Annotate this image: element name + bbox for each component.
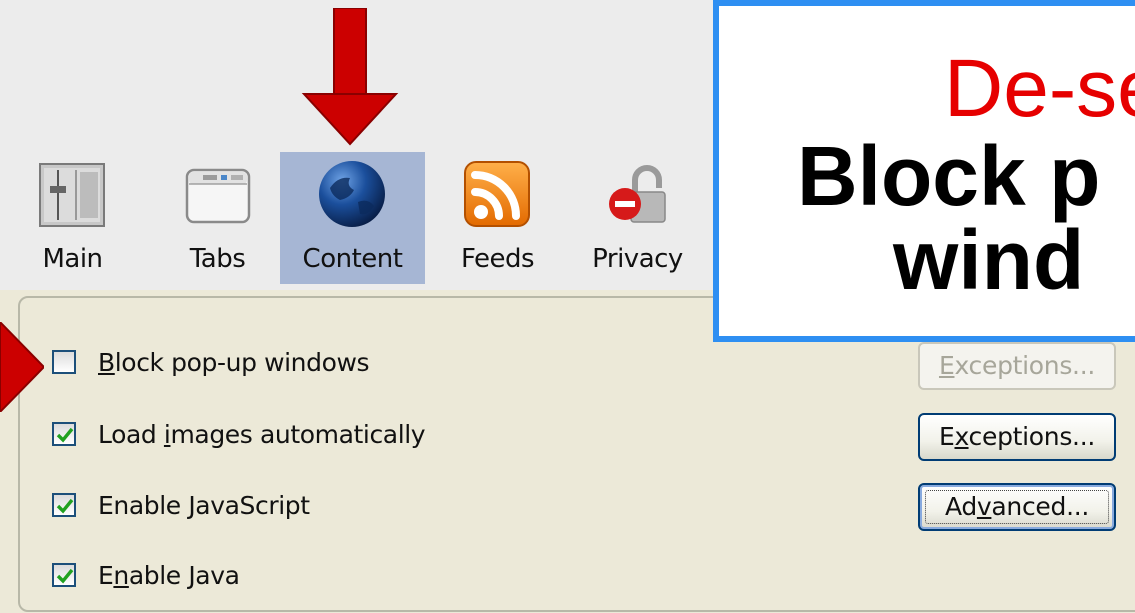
image-exceptions-button[interactable]: Exceptions... — [918, 413, 1116, 461]
rss-feed-icon — [464, 161, 530, 227]
block-popups-row[interactable]: Block pop-up windows — [52, 342, 370, 382]
tab-feeds-label: Feeds — [460, 244, 535, 274]
tab-privacy-label: Privacy — [592, 244, 683, 274]
callout-line-2: Block p — [797, 129, 1101, 223]
block-popups-label: Block pop-up windows — [98, 347, 370, 377]
tab-content-label: Content — [302, 244, 403, 274]
instruction-callout: De-se Block p wind — [713, 0, 1135, 342]
checkmark-icon — [56, 498, 74, 514]
enable-javascript-checkbox[interactable] — [52, 493, 76, 517]
enable-java-checkbox[interactable] — [52, 563, 76, 587]
block-popups-checkbox[interactable] — [52, 350, 76, 374]
load-images-label: Load images automatically — [98, 419, 426, 449]
tab-privacy[interactable]: Privacy — [565, 152, 710, 284]
enable-javascript-row[interactable]: Enable JavaScript — [52, 485, 310, 525]
main-sliders-icon — [39, 163, 105, 227]
globe-icon — [319, 161, 385, 227]
tab-tabs[interactable]: Tabs — [145, 152, 290, 284]
tab-feeds[interactable]: Feeds — [425, 152, 570, 284]
callout-line-3: wind — [893, 213, 1085, 307]
checkmark-icon — [56, 568, 74, 584]
enable-java-label: Enable Java — [98, 560, 240, 590]
callout-line-1: De-se — [944, 43, 1135, 134]
arrow-right-icon — [0, 322, 44, 412]
enable-java-row[interactable]: Enable Java — [52, 555, 240, 595]
focus-ring — [925, 490, 1109, 524]
arrow-down-icon — [301, 8, 399, 146]
enable-javascript-label: Enable JavaScript — [98, 490, 310, 520]
load-images-checkbox[interactable] — [52, 422, 76, 446]
load-images-row[interactable]: Load images automatically — [52, 414, 426, 454]
popup-exceptions-button[interactable]: Exceptions... — [918, 342, 1116, 390]
javascript-advanced-button[interactable]: Advanced... — [918, 483, 1116, 531]
tab-main[interactable]: Main — [0, 152, 145, 284]
checkmark-icon — [56, 427, 74, 443]
tabs-window-icon — [185, 168, 251, 224]
tab-tabs-label: Tabs — [189, 244, 246, 274]
tab-content[interactable]: Content — [280, 152, 425, 284]
privacy-lock-icon — [609, 165, 666, 223]
tab-main-label: Main — [42, 244, 103, 274]
